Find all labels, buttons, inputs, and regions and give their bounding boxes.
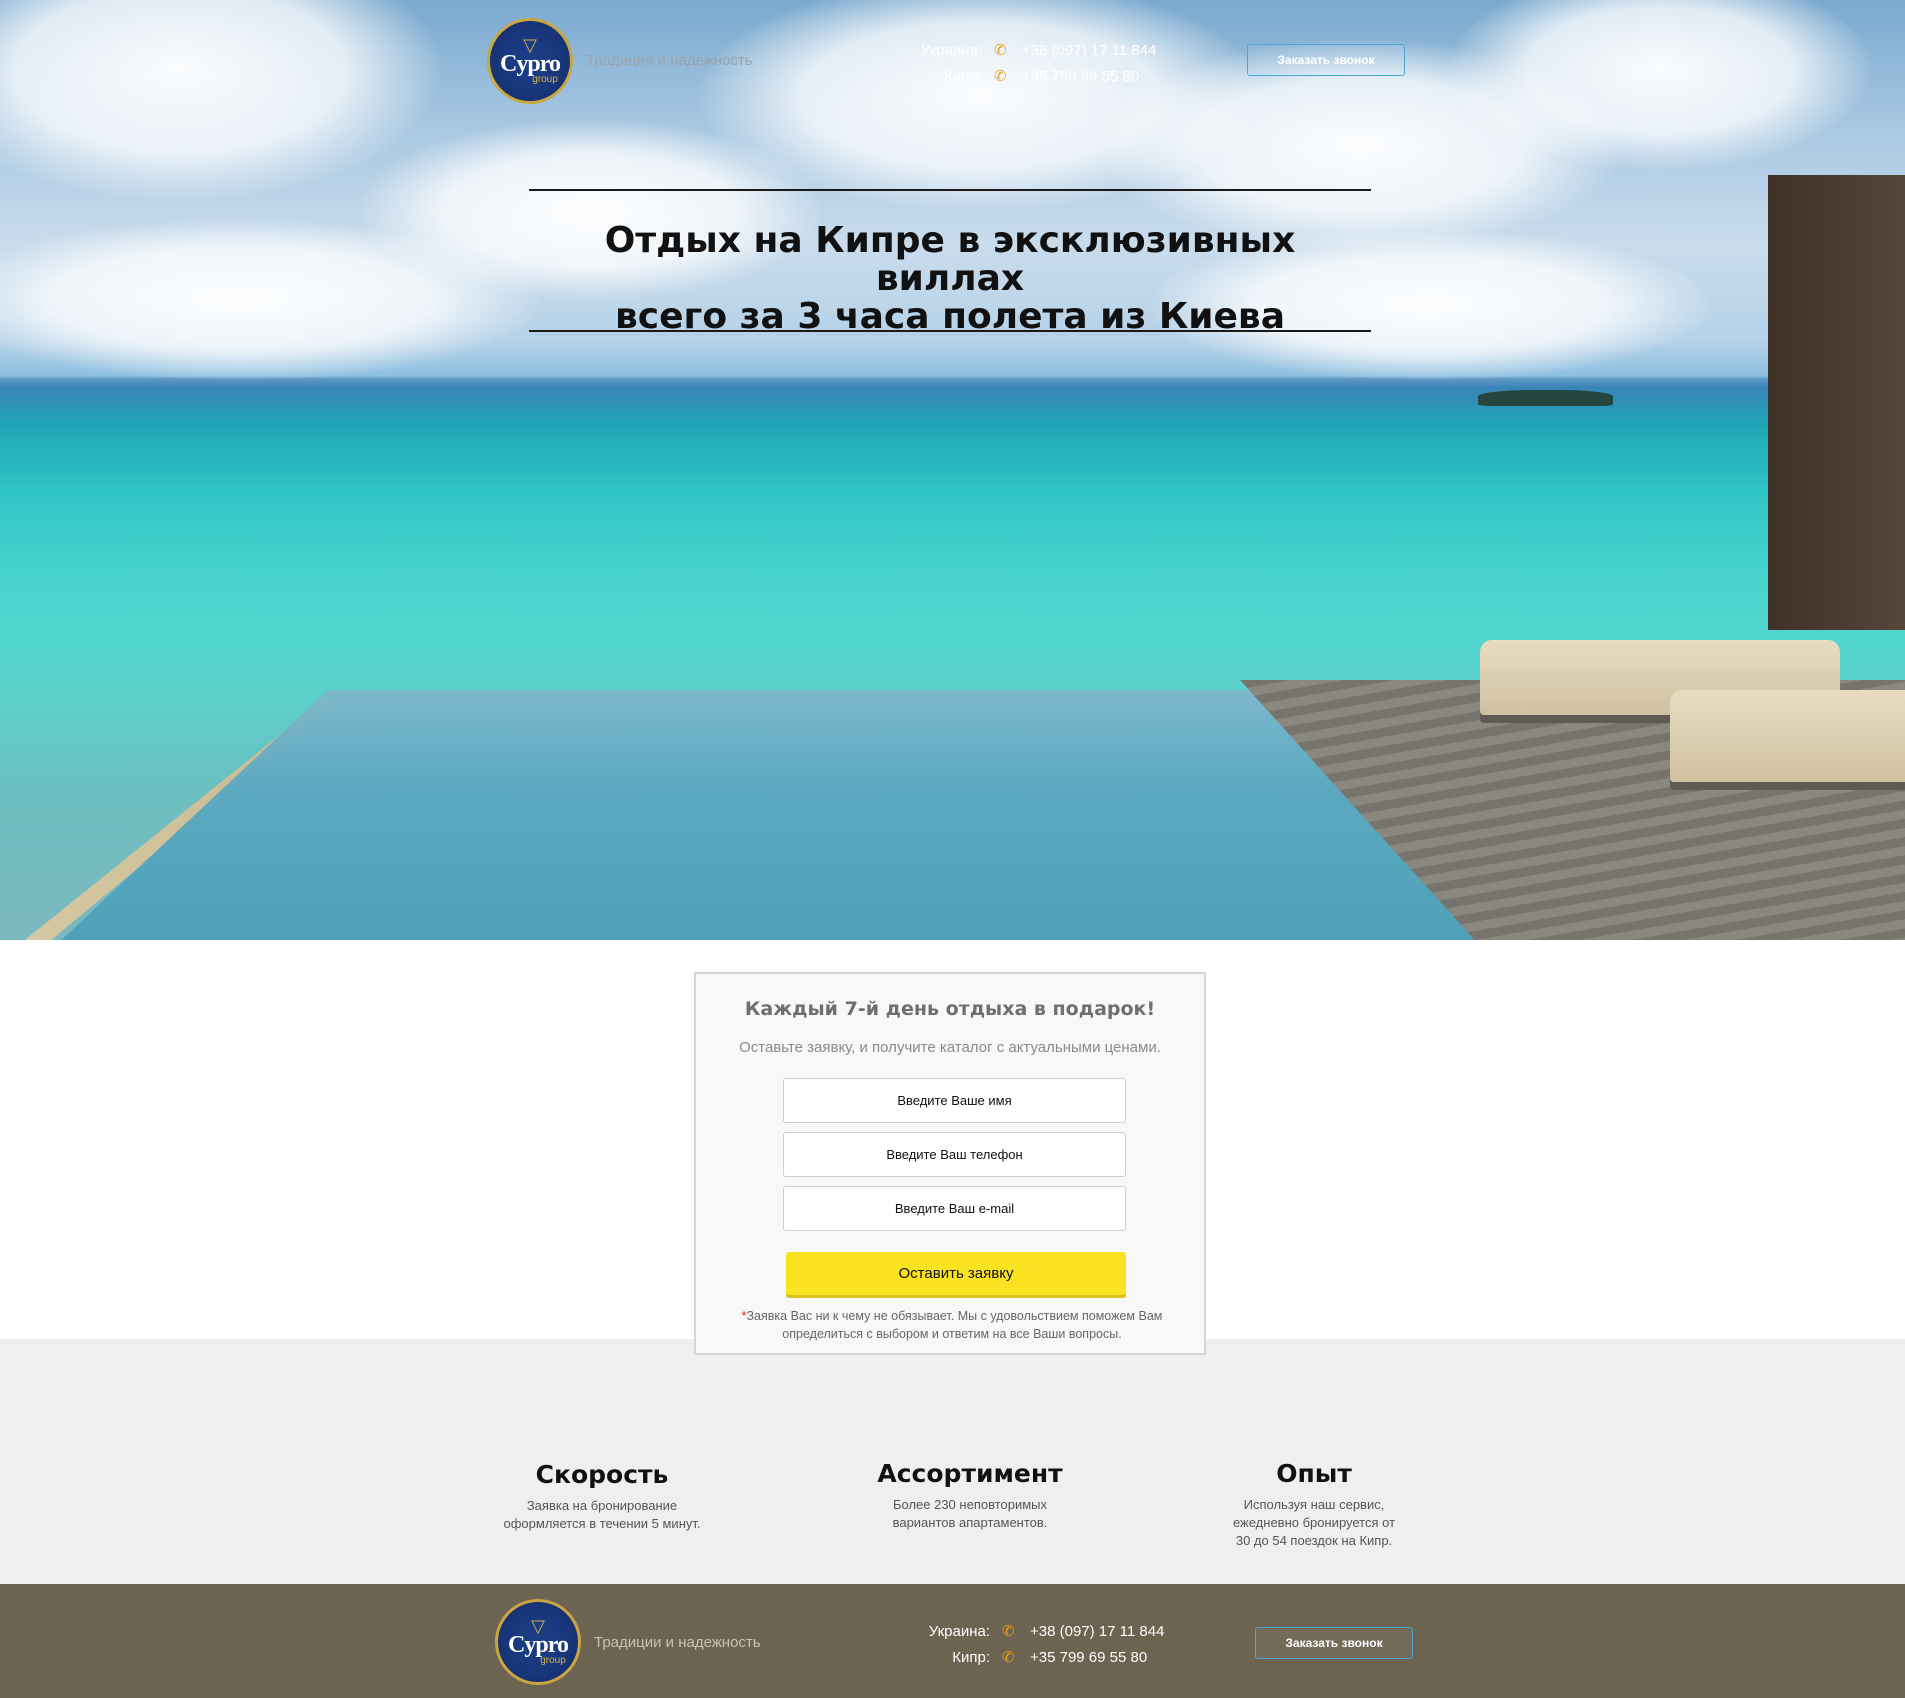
- feature-text: Заявка на бронирование оформляется в теч…: [503, 1498, 701, 1531]
- order-call-button[interactable]: Заказать звонок: [1247, 44, 1405, 76]
- form-note-text: Заявка Вас ни к чему не обязывает. Мы с …: [746, 1309, 1163, 1341]
- form-subtitle: Оставьте заявку, и получите каталог с ак…: [739, 1039, 1161, 1056]
- feature-text: Используя наш сервис, ежедневно бронируе…: [1232, 1497, 1396, 1548]
- villa-wall: [1768, 175, 1905, 630]
- lead-form: Каждый 7-й день отдыха в подарок! Оставь…: [694, 972, 1206, 1355]
- headline-divider: [529, 189, 1371, 191]
- footer-contacts: Украина: ✆ +38 (097) 17 11 844 Кипр: ✆ +…: [914, 1618, 1165, 1670]
- phone-number[interactable]: +38 (097) 17 11 844: [1030, 1623, 1164, 1640]
- phone-number[interactable]: +35 799 69 55 80: [1030, 1649, 1147, 1666]
- contact-label: Украина:: [928, 1622, 990, 1640]
- form-note: *Заявка Вас ни к чему не обязывает. Мы с…: [736, 1307, 1168, 1343]
- phone-number[interactable]: +35 799 69 55 80: [1022, 68, 1139, 85]
- hero-headline: Отдых на Кипре в эксклюзивных виллах все…: [529, 222, 1371, 336]
- logo[interactable]: ▽ Cypro group: [487, 18, 573, 104]
- contact-row-cyprus: Кипр: ✆ +35 799 69 55 80: [906, 63, 1156, 89]
- phone-icon: ✆: [1002, 1649, 1015, 1666]
- feature-title: Опыт: [1276, 1459, 1352, 1488]
- phone-icon: ✆: [1002, 1623, 1015, 1640]
- logo-group: group: [540, 1655, 566, 1666]
- headline-line-1: Отдых на Кипре в эксклюзивных виллах: [604, 220, 1296, 299]
- phone-field[interactable]: [783, 1132, 1126, 1177]
- contact-label: Кипр:: [944, 67, 982, 85]
- phone-number[interactable]: +38 (097) 17 11 844: [1022, 42, 1156, 59]
- contact-label: Украина:: [920, 41, 982, 59]
- contact-row-cyprus: Кипр: ✆ +35 799 69 55 80: [914, 1644, 1164, 1670]
- footer-order-call-button[interactable]: Заказать звонок: [1255, 1627, 1413, 1659]
- name-field[interactable]: [783, 1078, 1126, 1123]
- headline-divider: [529, 330, 1371, 332]
- footer-logo[interactable]: ▽ Cypro group: [495, 1599, 581, 1685]
- feature-speed: Скорость Заявка на бронирование оформляе…: [452, 1460, 752, 1533]
- feature-text: Более 230 неповторимых вариантов апартам…: [892, 1497, 1048, 1530]
- sun-lounger: [1670, 690, 1905, 782]
- contact-label: Кипр:: [952, 1648, 990, 1666]
- tagline: Традиции и надежность: [586, 52, 753, 69]
- hero-section: ▽ Cypro group Традиции и надежность Укра…: [0, 0, 1905, 940]
- feature-assortment: Ассортимент Более 230 неповторимых вариа…: [820, 1459, 1120, 1532]
- header-contacts: Украина: ✆ +38 (097) 17 11 844 Кипр: ✆ +…: [906, 37, 1157, 89]
- footer: ▽ Cypro group Традиции и надежность Укра…: [0, 1584, 1905, 1698]
- contact-row-ukraine: Украина: ✆ +38 (097) 17 11 844: [906, 37, 1157, 63]
- footer-tagline: Традиции и надежность: [594, 1634, 761, 1651]
- logo-group: group: [532, 74, 558, 85]
- feature-title: Скорость: [535, 1460, 669, 1489]
- logo-name: Cypro: [508, 1632, 569, 1658]
- feature-experience: Опыт Используя наш сервис, ежедневно бро…: [1164, 1459, 1464, 1550]
- phone-icon: ✆: [994, 68, 1007, 85]
- phone-icon: ✆: [994, 42, 1007, 59]
- submit-request-button[interactable]: Оставить заявку: [786, 1252, 1126, 1295]
- island: [1478, 390, 1613, 406]
- email-field[interactable]: [783, 1186, 1126, 1231]
- cloud-decoration: [0, 0, 440, 200]
- feature-title: Ассортимент: [877, 1459, 1063, 1488]
- form-title: Каждый 7-й день отдыха в подарок!: [744, 998, 1156, 1020]
- contact-row-ukraine: Украина: ✆ +38 (097) 17 11 844: [914, 1618, 1165, 1644]
- logo-name: Cypro: [500, 51, 561, 77]
